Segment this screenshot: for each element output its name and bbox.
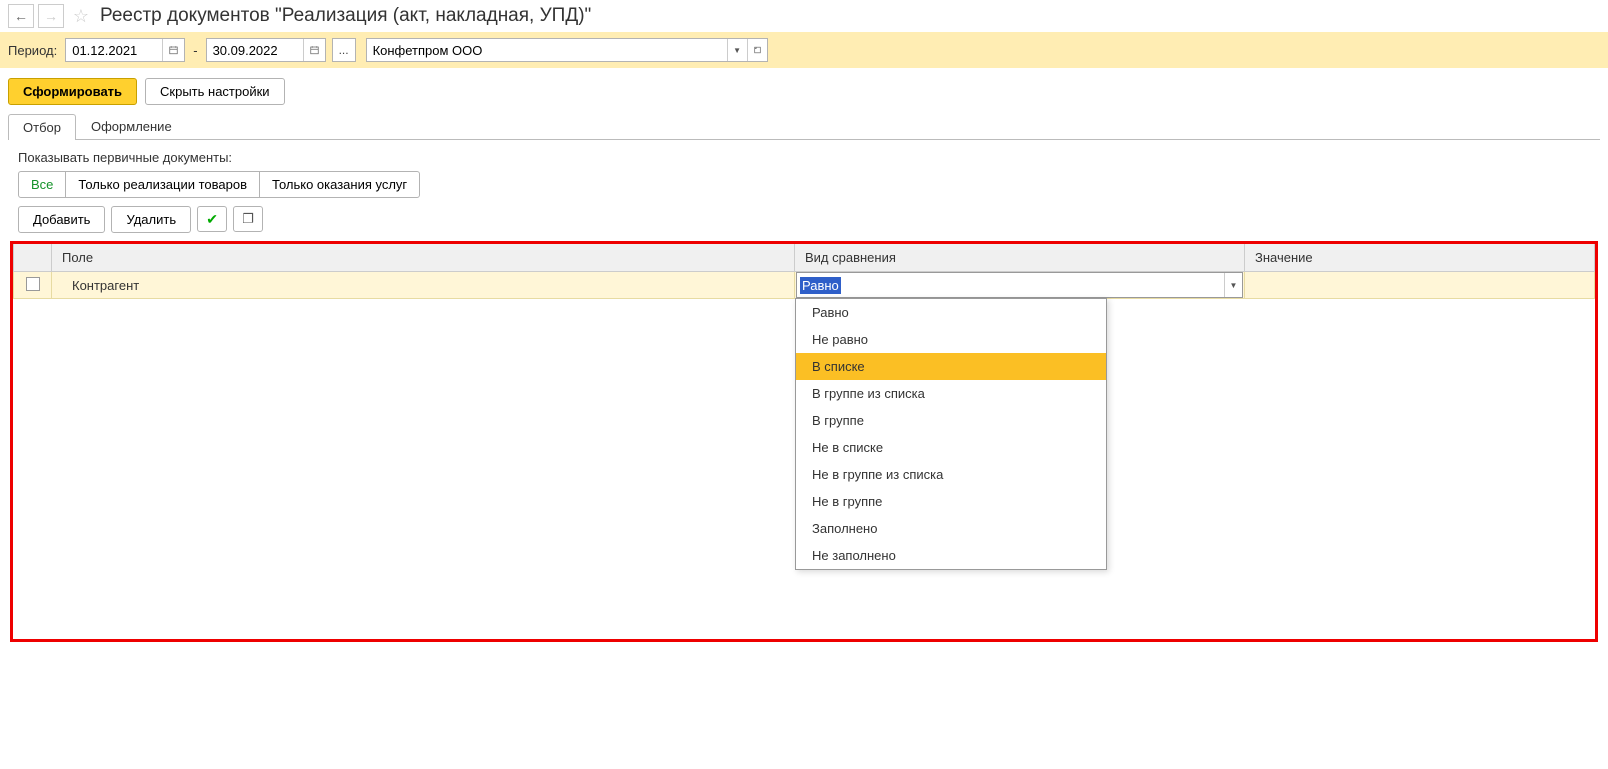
action-bar: Сформировать Скрыть настройки <box>0 68 1608 113</box>
row-value[interactable] <box>1245 272 1595 299</box>
date-from-wrap <box>65 38 185 62</box>
primary-docs-label: Показывать первичные документы: <box>0 140 1608 171</box>
segment-goods[interactable]: Только реализации товаров <box>65 171 260 198</box>
comparison-selected: Равно <box>797 273 1224 297</box>
organization-open-icon[interactable] <box>747 39 767 61</box>
organization-select: ▼ <box>366 38 768 62</box>
row-checkbox[interactable] <box>26 277 40 291</box>
delete-button[interactable]: Удалить <box>111 206 191 233</box>
tabs-bar: Отбор Оформление <box>8 113 1600 140</box>
date-from-input[interactable] <box>66 39 162 61</box>
th-comparison: Вид сравнения <box>795 244 1245 272</box>
add-button[interactable]: Добавить <box>18 206 105 233</box>
star-icon[interactable]: ☆ <box>70 5 92 27</box>
period-dash: - <box>191 43 199 58</box>
period-label: Период: <box>8 43 57 58</box>
comparison-dropdown-icon[interactable]: ▼ <box>1224 273 1242 297</box>
filter-table: Поле Вид сравнения Значение Контрагент Р… <box>13 244 1595 299</box>
th-value: Значение <box>1245 244 1595 272</box>
dropdown-item[interactable]: Не в группе <box>796 488 1106 515</box>
date-to-input[interactable] <box>207 39 303 61</box>
dropdown-item[interactable]: Не заполнено <box>796 542 1106 569</box>
forward-button[interactable]: → <box>38 4 64 28</box>
page-title: Реестр документов "Реализация (акт, накл… <box>100 5 591 27</box>
filter-row: Контрагент Равно ▼ РавноНе равноВ списке… <box>14 272 1595 299</box>
header-bar: ← → ☆ Реестр документов "Реализация (акт… <box>0 0 1608 32</box>
hide-settings-button[interactable]: Скрыть настройки <box>145 78 285 105</box>
checkmark-icon: ✔ <box>206 211 218 228</box>
check-all-button[interactable]: ✔ <box>197 206 227 232</box>
organization-dropdown-icon[interactable]: ▼ <box>727 39 747 61</box>
dropdown-item[interactable]: Не в группе из списка <box>796 461 1106 488</box>
dropdown-item[interactable]: Не в списке <box>796 434 1106 461</box>
tab-design[interactable]: Оформление <box>76 113 187 139</box>
comparison-input[interactable]: Равно ▼ <box>796 272 1243 298</box>
organization-input[interactable] <box>367 39 727 61</box>
tab-filter[interactable]: Отбор <box>8 114 76 140</box>
dropdown-item[interactable]: Равно <box>796 299 1106 326</box>
date-to-wrap <box>206 38 326 62</box>
calendar-to-icon[interactable] <box>303 39 325 61</box>
filter-actions: Добавить Удалить ✔ ❐ <box>0 198 1608 241</box>
dropdown-item[interactable]: В списке <box>796 353 1106 380</box>
dropdown-item[interactable]: Не равно <box>796 326 1106 353</box>
segment-buttons: Все Только реализации товаров Только ока… <box>18 171 1608 198</box>
dropdown-item[interactable]: В группе <box>796 407 1106 434</box>
calendar-from-icon[interactable] <box>162 39 184 61</box>
copy-button[interactable]: ❐ <box>233 206 263 232</box>
th-checkbox <box>14 244 52 272</box>
copy-icon: ❐ <box>242 211 254 227</box>
segment-all[interactable]: Все <box>18 171 66 198</box>
row-field[interactable]: Контрагент <box>52 272 795 299</box>
back-button[interactable]: ← <box>8 4 34 28</box>
row-comparison-cell: Равно ▼ РавноНе равноВ спискеВ группе из… <box>795 272 1245 299</box>
dropdown-item[interactable]: В группе из списка <box>796 380 1106 407</box>
comparison-dropdown: РавноНе равноВ спискеВ группе из спискаВ… <box>795 298 1107 570</box>
period-bar: Период: - ... ▼ <box>0 32 1608 68</box>
period-more-button[interactable]: ... <box>332 38 356 62</box>
generate-button[interactable]: Сформировать <box>8 78 137 105</box>
th-field: Поле <box>52 244 795 272</box>
dropdown-item[interactable]: Заполнено <box>796 515 1106 542</box>
filter-table-highlight: Поле Вид сравнения Значение Контрагент Р… <box>10 241 1598 642</box>
segment-services[interactable]: Только оказания услуг <box>259 171 420 198</box>
